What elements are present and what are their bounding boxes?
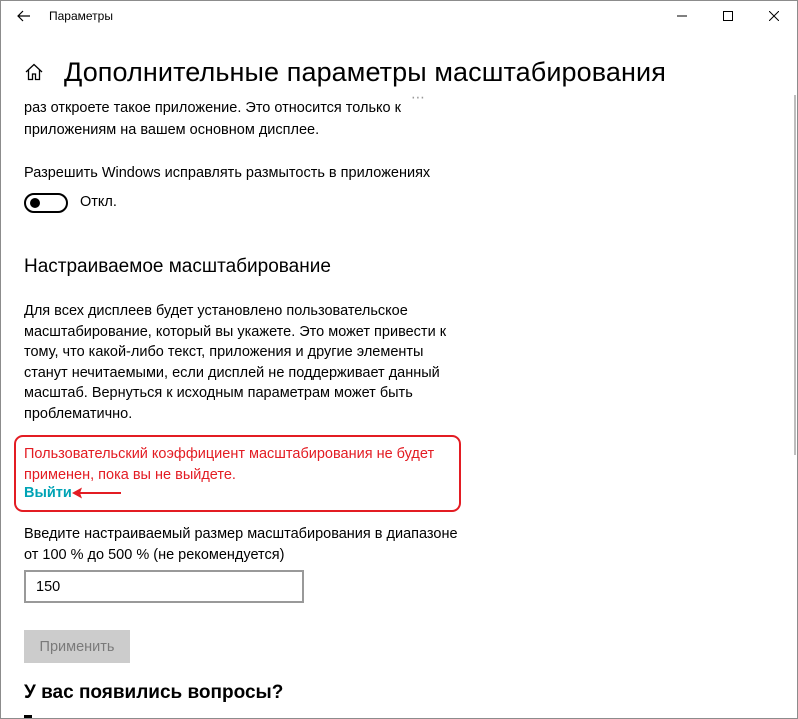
signout-link[interactable]: Выйти [24,485,72,501]
title-bar: Параметры [1,1,797,31]
description-line: станут нечитаемыми, если дисплей не подд… [24,364,440,381]
cut-off-content [24,715,32,718]
custom-scaling-description: Для всех дисплеев будет установлено поль… [24,301,446,424]
warning-line: Пользовательский коэффициент масштабиров… [24,446,435,462]
custom-scaling-title: Настраиваемое масштабирование [24,256,331,277]
description-line: масштаб. Вернуться к исходным параметрам… [24,385,413,401]
description-line: тому, что какой-либо текст, приложения и… [24,344,424,360]
page-header: Дополнительные параметры масштабирования [1,49,797,95]
apply-button[interactable]: Применить [24,630,130,663]
input-label-line: Введите настраиваемый размер масштабиров… [24,526,458,542]
input-label-line: от 100 % до 500 % (не рекомендуется) [24,546,285,563]
blur-fix-toggle[interactable] [24,193,68,213]
close-icon [769,11,779,21]
back-button[interactable] [1,1,47,31]
home-button[interactable] [19,57,49,87]
page-title: Дополнительные параметры масштабирования [64,56,666,87]
minimize-button[interactable] [659,1,705,31]
window-controls [659,1,797,31]
description-line: проблематично. [24,405,133,422]
scale-input-label: Введите настраиваемый размер масштабиров… [24,524,458,565]
settings-window: Параметры Дополнительные параметры масшт… [0,0,798,719]
close-button[interactable] [751,1,797,31]
toggle-knob [30,198,40,208]
description-line: масштабирование, который вы укажете. Это… [24,323,447,340]
window-title: Параметры [49,9,113,23]
maximize-icon [723,11,733,21]
blur-fix-label: Разрешить Windows исправлять размытость … [24,165,431,181]
intro-line-1: раз откроете такое приложение. Это относ… [24,100,401,116]
toggle-state-label: Откл. [80,194,117,210]
maximize-button[interactable] [705,1,751,31]
custom-scale-input[interactable] [24,570,304,603]
questions-title: У вас появились вопросы? [24,682,284,703]
signout-warning: Пользовательский коэффициент масштабиров… [24,444,434,486]
intro-line-2: приложениям на вашем основном дисплее. [24,122,320,138]
scrollbar[interactable] [794,95,796,455]
warning-line: применен, пока вы не выйдете. [24,467,236,483]
back-arrow-icon [17,10,30,22]
description-line: Для всех дисплеев будет установлено поль… [24,303,408,319]
minimize-icon [677,15,687,17]
home-icon [25,63,43,81]
scroll-indicator-dots: ⋯ [411,89,425,105]
annotation-arrow-icon [72,487,121,499]
intro-text: раз откроете такое приложение. Это относ… [24,97,401,141]
